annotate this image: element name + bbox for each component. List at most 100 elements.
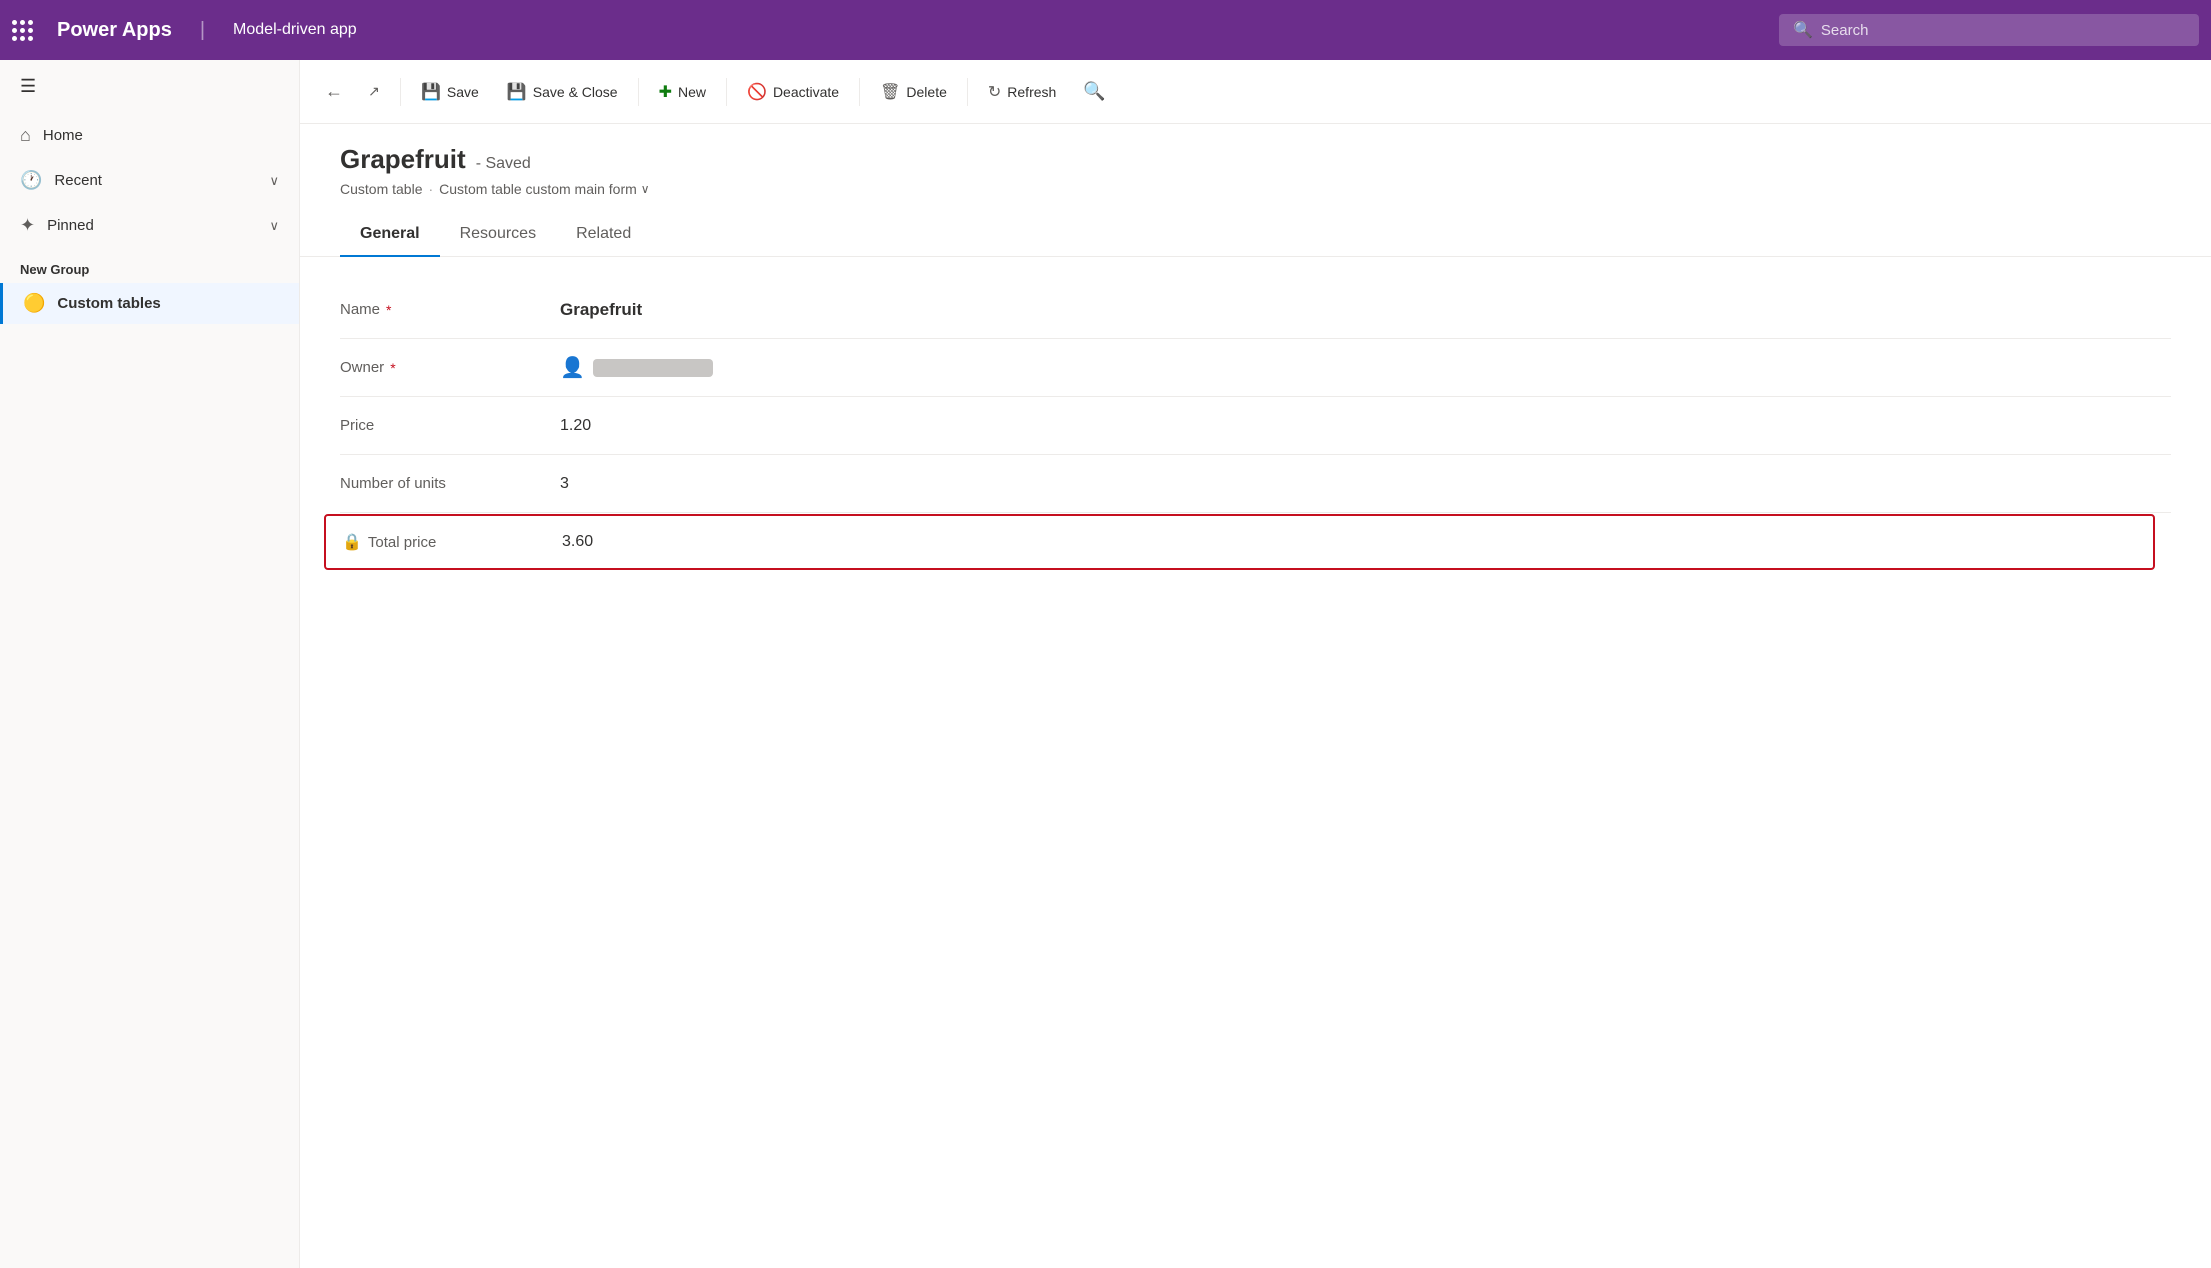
field-owner-required: * (390, 360, 395, 376)
delete-button[interactable]: 🗑 Delete (868, 74, 959, 110)
toolbar: ← ↗ 💾 Save 💾 Save & Close ✚ New 🚫 (300, 60, 2211, 124)
field-owner-label: Owner * (340, 359, 560, 376)
recent-icon: 🕐 (20, 170, 42, 191)
save-close-label: Save & Close (533, 84, 618, 100)
field-name-required: * (386, 302, 391, 318)
record-status: - Saved (476, 155, 531, 173)
apps-grid-icon[interactable] (12, 20, 33, 41)
sidebar-item-custom-tables[interactable]: 🟡 Custom tables (0, 283, 299, 324)
field-price-value[interactable]: 1.20 (560, 417, 591, 435)
external-link-button[interactable]: ↗ (356, 74, 392, 110)
total-price-highlighted: 🔒 Total price 3.60 (324, 514, 2155, 570)
delete-icon: 🗑 (880, 82, 900, 102)
hamburger-icon: ☰ (20, 76, 36, 96)
field-units-value[interactable]: 3 (560, 475, 569, 493)
back-button[interactable]: ← (316, 74, 352, 110)
pin-icon: ✦ (20, 215, 35, 236)
field-price-label-text: Price (340, 417, 374, 434)
field-total-price-value: 3.60 (562, 533, 593, 551)
app-subtitle: Model-driven app (221, 0, 369, 60)
tab-related[interactable]: Related (556, 213, 651, 257)
record-title: Grapefruit (340, 144, 466, 175)
field-units-label-text: Number of units (340, 475, 446, 492)
breadcrumb: Custom table · Custom table custom main … (340, 181, 2171, 197)
app-title: Power Apps (45, 0, 184, 60)
field-price-label: Price (340, 417, 560, 434)
sidebar-item-home[interactable]: ⌂ Home (0, 113, 299, 158)
tab-resources-label: Resources (460, 225, 536, 242)
new-icon: ✚ (659, 82, 672, 102)
lock-icon: 🔒 (342, 532, 362, 552)
main-layout: ☰ ⌂ Home 🕐 Recent ∨ ✦ Pinned ∨ New Group… (0, 60, 2211, 1268)
search-icon: 🔍 (1793, 20, 1813, 40)
field-price: Price 1.20 (340, 397, 2171, 455)
field-owner-label-text: Owner (340, 359, 384, 376)
record-title-row: Grapefruit - Saved (340, 144, 2171, 175)
field-name-label-text: Name (340, 301, 380, 318)
breadcrumb-form-dropdown[interactable]: Custom table custom main form ∨ (439, 181, 649, 197)
field-owner-value[interactable]: 👤 (560, 355, 713, 380)
form-section: Name * Grapefruit Owner * 👤 (300, 257, 2211, 595)
tabs-bar: General Resources Related (300, 213, 2211, 257)
save-label: Save (447, 84, 479, 100)
new-label: New (678, 84, 706, 100)
new-button[interactable]: ✚ New (647, 74, 718, 110)
pinned-chevron-icon: ∨ (269, 218, 279, 234)
save-icon: 💾 (421, 82, 441, 102)
recent-chevron-icon: ∨ (269, 173, 279, 189)
search-input[interactable] (1821, 22, 2185, 39)
owner-blurred-text (593, 359, 713, 377)
sidebar-item-recent[interactable]: 🕐 Recent ∨ (0, 158, 299, 203)
save-button[interactable]: 💾 Save (409, 74, 491, 110)
field-total-price: 🔒 Total price 3.60 (340, 513, 2171, 571)
toolbar-search-button[interactable]: 🔍 (1076, 74, 1112, 110)
tab-general[interactable]: General (340, 213, 440, 257)
toolbar-sep-4 (859, 78, 860, 106)
field-total-price-label: 🔒 Total price (342, 532, 562, 552)
tab-general-label: General (360, 225, 420, 242)
save-close-button[interactable]: 💾 Save & Close (495, 74, 630, 110)
breadcrumb-form: Custom table custom main form (439, 181, 637, 197)
breadcrumb-separator: · (428, 181, 433, 197)
save-close-icon: 💾 (507, 82, 527, 102)
breadcrumb-table[interactable]: Custom table (340, 181, 422, 197)
top-nav: Power Apps | Model-driven app 🔍 (0, 0, 2211, 60)
sidebar: ☰ ⌂ Home 🕐 Recent ∨ ✦ Pinned ∨ New Group… (0, 60, 300, 1268)
form-chevron-icon: ∨ (641, 182, 650, 196)
home-icon: ⌂ (20, 125, 31, 146)
deactivate-button[interactable]: 🚫 Deactivate (735, 74, 851, 110)
hamburger-button[interactable]: ☰ (0, 60, 299, 113)
sidebar-recent-label: Recent (54, 172, 102, 189)
deactivate-icon: 🚫 (747, 82, 767, 102)
field-name-value[interactable]: Grapefruit (560, 300, 642, 320)
record-header: Grapefruit - Saved Custom table · Custom… (300, 124, 2211, 197)
tab-resources[interactable]: Resources (440, 213, 556, 257)
external-link-icon: ↗ (368, 83, 380, 100)
tab-related-label: Related (576, 225, 631, 242)
delete-label: Delete (906, 84, 946, 100)
sidebar-home-label: Home (43, 127, 83, 144)
toolbar-sep-2 (638, 78, 639, 106)
content-area: ← ↗ 💾 Save 💾 Save & Close ✚ New 🚫 (300, 60, 2211, 1268)
custom-tables-icon: 🟡 (23, 293, 45, 314)
toolbar-sep-1 (400, 78, 401, 106)
toolbar-sep-3 (726, 78, 727, 106)
field-name-label: Name * (340, 301, 560, 318)
toolbar-sep-5 (967, 78, 968, 106)
field-total-price-label-text: Total price (368, 534, 436, 551)
page-content: Grapefruit - Saved Custom table · Custom… (300, 124, 2211, 1268)
new-group-label: New Group (0, 248, 299, 283)
field-units: Number of units 3 (340, 455, 2171, 513)
back-icon: ← (325, 81, 343, 102)
owner-person-icon: 👤 (560, 355, 585, 380)
toolbar-search-icon: 🔍 (1083, 81, 1105, 102)
refresh-button[interactable]: ↻ Refresh (976, 74, 1068, 110)
search-bar[interactable]: 🔍 (1779, 14, 2199, 46)
sidebar-item-pinned[interactable]: ✦ Pinned ∨ (0, 203, 299, 248)
field-units-label: Number of units (340, 475, 560, 492)
sidebar-custom-tables-label: Custom tables (57, 295, 160, 312)
sidebar-pinned-label: Pinned (47, 217, 94, 234)
refresh-icon: ↻ (988, 82, 1001, 102)
refresh-label: Refresh (1007, 84, 1056, 100)
field-owner: Owner * 👤 (340, 339, 2171, 397)
